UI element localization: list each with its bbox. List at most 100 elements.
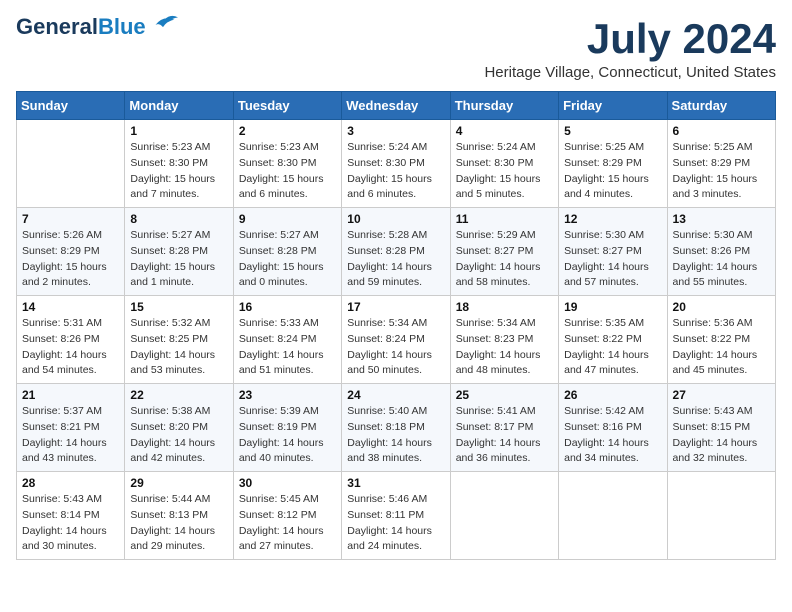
day-number: 17	[347, 300, 444, 314]
calendar-cell: 7 Sunrise: 5:26 AMSunset: 8:29 PMDaylight…	[17, 208, 125, 296]
day-info: Sunrise: 5:23 AMSunset: 8:30 PMDaylight:…	[239, 140, 336, 203]
day-number: 29	[130, 476, 227, 490]
column-header-tuesday: Tuesday	[233, 92, 341, 120]
calendar-table: SundayMondayTuesdayWednesdayThursdayFrid…	[16, 91, 776, 560]
day-number: 25	[456, 388, 553, 402]
calendar-cell: 3 Sunrise: 5:24 AMSunset: 8:30 PMDaylight…	[342, 120, 450, 208]
day-number: 18	[456, 300, 553, 314]
column-header-wednesday: Wednesday	[342, 92, 450, 120]
calendar-week-row: 28 Sunrise: 5:43 AMSunset: 8:14 PMDayligh…	[17, 472, 776, 560]
calendar-cell: 30Sunrise: 5:45 AMSunset: 8:12 PMDayligh…	[233, 472, 341, 560]
calendar-cell	[667, 472, 775, 560]
day-number: 26	[564, 388, 661, 402]
day-info: Sunrise: 5:35 AMSunset: 8:22 PMDaylight:…	[564, 316, 661, 379]
title-area: July 2024 Heritage Village, Connecticut,…	[484, 16, 776, 81]
day-number: 31	[347, 476, 444, 490]
day-info: Sunrise: 5:30 AMSunset: 8:27 PMDaylight:…	[564, 228, 661, 291]
day-info: Sunrise: 5:45 AMSunset: 8:12 PMDaylight:…	[239, 492, 336, 555]
day-number: 6	[673, 124, 770, 138]
day-info: Sunrise: 5:26 AMSunset: 8:29 PMDaylight:…	[22, 228, 119, 291]
calendar-header-row: SundayMondayTuesdayWednesdayThursdayFrid…	[17, 92, 776, 120]
day-number: 3	[347, 124, 444, 138]
day-number: 15	[130, 300, 227, 314]
day-number: 12	[564, 212, 661, 226]
day-number: 5	[564, 124, 661, 138]
day-number: 24	[347, 388, 444, 402]
calendar-cell	[559, 472, 667, 560]
day-info: Sunrise: 5:36 AMSunset: 8:22 PMDaylight:…	[673, 316, 770, 379]
day-info: Sunrise: 5:24 AMSunset: 8:30 PMDaylight:…	[347, 140, 444, 203]
day-number: 2	[239, 124, 336, 138]
calendar-cell: 29 Sunrise: 5:44 AMSunset: 8:13 PMDayligh…	[125, 472, 233, 560]
day-info: Sunrise: 5:29 AMSunset: 8:27 PMDaylight:…	[456, 228, 553, 291]
day-info: Sunrise: 5:27 AMSunset: 8:28 PMDaylight:…	[239, 228, 336, 291]
day-info: Sunrise: 5:30 AMSunset: 8:26 PMDaylight:…	[673, 228, 770, 291]
calendar-cell: 24 Sunrise: 5:40 AMSunset: 8:18 PMDayligh…	[342, 384, 450, 472]
column-header-monday: Monday	[125, 92, 233, 120]
calendar-week-row: 21 Sunrise: 5:37 AMSunset: 8:21 PMDayligh…	[17, 384, 776, 472]
calendar-cell: 25Sunrise: 5:41 AMSunset: 8:17 PMDayligh…	[450, 384, 558, 472]
day-info: Sunrise: 5:34 AMSunset: 8:24 PMDaylight:…	[347, 316, 444, 379]
day-number: 28	[22, 476, 119, 490]
calendar-cell: 5 Sunrise: 5:25 AMSunset: 8:29 PMDaylight…	[559, 120, 667, 208]
day-number: 16	[239, 300, 336, 314]
day-number: 7	[22, 212, 119, 226]
calendar-cell: 11 Sunrise: 5:29 AMSunset: 8:27 PMDayligh…	[450, 208, 558, 296]
day-number: 1	[130, 124, 227, 138]
day-number: 14	[22, 300, 119, 314]
calendar-cell: 19 Sunrise: 5:35 AMSunset: 8:22 PMDayligh…	[559, 296, 667, 384]
calendar-cell: 1 Sunrise: 5:23 AMSunset: 8:30 PMDaylight…	[125, 120, 233, 208]
day-number: 27	[673, 388, 770, 402]
location-text: Heritage Village, Connecticut, United St…	[484, 64, 776, 81]
day-info: Sunrise: 5:25 AMSunset: 8:29 PMDaylight:…	[673, 140, 770, 203]
page-header: GeneralBlue July 2024 Heritage Village, …	[16, 16, 776, 81]
logo: GeneralBlue	[16, 16, 178, 38]
day-info: Sunrise: 5:40 AMSunset: 8:18 PMDaylight:…	[347, 404, 444, 467]
calendar-cell: 20Sunrise: 5:36 AMSunset: 8:22 PMDayligh…	[667, 296, 775, 384]
calendar-cell: 15 Sunrise: 5:32 AMSunset: 8:25 PMDayligh…	[125, 296, 233, 384]
calendar-cell: 10Sunrise: 5:28 AMSunset: 8:28 PMDayligh…	[342, 208, 450, 296]
calendar-cell	[17, 120, 125, 208]
calendar-cell: 18 Sunrise: 5:34 AMSunset: 8:23 PMDayligh…	[450, 296, 558, 384]
day-info: Sunrise: 5:25 AMSunset: 8:29 PMDaylight:…	[564, 140, 661, 203]
day-number: 4	[456, 124, 553, 138]
day-info: Sunrise: 5:23 AMSunset: 8:30 PMDaylight:…	[130, 140, 227, 203]
day-number: 23	[239, 388, 336, 402]
day-info: Sunrise: 5:37 AMSunset: 8:21 PMDaylight:…	[22, 404, 119, 467]
day-number: 21	[22, 388, 119, 402]
day-info: Sunrise: 5:31 AMSunset: 8:26 PMDaylight:…	[22, 316, 119, 379]
month-title: July 2024	[484, 16, 776, 62]
calendar-cell: 27Sunrise: 5:43 AMSunset: 8:15 PMDayligh…	[667, 384, 775, 472]
calendar-cell: 21 Sunrise: 5:37 AMSunset: 8:21 PMDayligh…	[17, 384, 125, 472]
logo-text: GeneralBlue	[16, 16, 146, 38]
day-info: Sunrise: 5:44 AMSunset: 8:13 PMDaylight:…	[130, 492, 227, 555]
day-number: 9	[239, 212, 336, 226]
calendar-week-row: 7 Sunrise: 5:26 AMSunset: 8:29 PMDaylight…	[17, 208, 776, 296]
calendar-week-row: 1 Sunrise: 5:23 AMSunset: 8:30 PMDaylight…	[17, 120, 776, 208]
day-info: Sunrise: 5:32 AMSunset: 8:25 PMDaylight:…	[130, 316, 227, 379]
calendar-cell: 26 Sunrise: 5:42 AMSunset: 8:16 PMDayligh…	[559, 384, 667, 472]
day-number: 19	[564, 300, 661, 314]
day-info: Sunrise: 5:42 AMSunset: 8:16 PMDaylight:…	[564, 404, 661, 467]
day-info: Sunrise: 5:28 AMSunset: 8:28 PMDaylight:…	[347, 228, 444, 291]
day-info: Sunrise: 5:33 AMSunset: 8:24 PMDaylight:…	[239, 316, 336, 379]
calendar-cell	[450, 472, 558, 560]
calendar-cell: 9 Sunrise: 5:27 AMSunset: 8:28 PMDaylight…	[233, 208, 341, 296]
calendar-cell: 13Sunrise: 5:30 AMSunset: 8:26 PMDayligh…	[667, 208, 775, 296]
calendar-cell: 17 Sunrise: 5:34 AMSunset: 8:24 PMDayligh…	[342, 296, 450, 384]
calendar-week-row: 14 Sunrise: 5:31 AMSunset: 8:26 PMDayligh…	[17, 296, 776, 384]
calendar-cell: 23 Sunrise: 5:39 AMSunset: 8:19 PMDayligh…	[233, 384, 341, 472]
column-header-thursday: Thursday	[450, 92, 558, 120]
day-info: Sunrise: 5:46 AMSunset: 8:11 PMDaylight:…	[347, 492, 444, 555]
calendar-cell: 8Sunrise: 5:27 AMSunset: 8:28 PMDaylight…	[125, 208, 233, 296]
day-info: Sunrise: 5:43 AMSunset: 8:14 PMDaylight:…	[22, 492, 119, 555]
calendar-cell: 2 Sunrise: 5:23 AMSunset: 8:30 PMDaylight…	[233, 120, 341, 208]
column-header-friday: Friday	[559, 92, 667, 120]
column-header-saturday: Saturday	[667, 92, 775, 120]
day-info: Sunrise: 5:39 AMSunset: 8:19 PMDaylight:…	[239, 404, 336, 467]
day-number: 11	[456, 212, 553, 226]
day-number: 22	[130, 388, 227, 402]
calendar-cell: 4Sunrise: 5:24 AMSunset: 8:30 PMDaylight…	[450, 120, 558, 208]
column-header-sunday: Sunday	[17, 92, 125, 120]
day-info: Sunrise: 5:34 AMSunset: 8:23 PMDaylight:…	[456, 316, 553, 379]
